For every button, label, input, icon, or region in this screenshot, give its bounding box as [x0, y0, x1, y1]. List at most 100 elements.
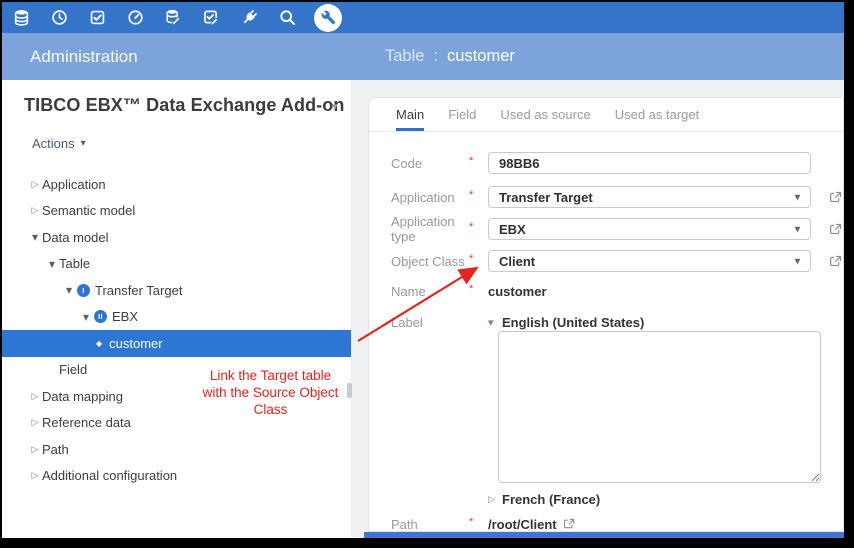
chevron-right-icon[interactable] — [28, 205, 42, 216]
search-icon[interactable] — [279, 9, 296, 26]
code-label: Code — [391, 155, 423, 171]
record-card: Main Field Used as source Used as target… — [368, 97, 844, 532]
required-asterisk: * — [469, 516, 474, 528]
chevron-expanded-icon[interactable] — [62, 283, 76, 297]
chevron-down-icon — [795, 256, 800, 267]
annotation-text: Link the Target table with the Source Ob… — [188, 367, 353, 418]
tree-item-path[interactable]: Path — [2, 436, 351, 463]
annotation-line: with the Source Object — [202, 385, 339, 400]
form-row-application-type: Application type * EBX — [391, 214, 842, 244]
chevron-right-icon[interactable] — [28, 444, 42, 455]
clock-icon[interactable] — [51, 9, 68, 26]
application-select[interactable]: Transfer Target — [488, 186, 811, 208]
chevron-right-icon[interactable] — [28, 391, 42, 402]
tab-field[interactable]: Field — [448, 98, 476, 131]
path-value: /root/Client — [488, 516, 557, 532]
tab-used-as-source[interactable]: Used as source — [500, 98, 590, 131]
tree-item-label: EBX — [112, 309, 139, 325]
locale-french-label: French (France) — [502, 491, 601, 507]
locale-french-toggle[interactable]: French (France) — [488, 488, 600, 510]
gauge-icon[interactable] — [127, 9, 144, 26]
object-class-value: Client — [499, 253, 536, 269]
tree-item-transfer-target[interactable]: I Transfer Target — [2, 277, 351, 304]
addon-title: TIBCO EBX™ Data Exchange Add-on — [24, 95, 345, 115]
chevron-down-icon — [81, 138, 86, 149]
name-value: customer — [488, 283, 547, 299]
application-type-select[interactable]: EBX — [488, 218, 811, 240]
chevron-right-icon — [488, 494, 500, 505]
object-class-select[interactable]: Client — [488, 250, 811, 272]
open-application-type-link[interactable] — [829, 223, 842, 236]
application-label: Application — [391, 189, 455, 205]
tree-item-label: Data mapping — [42, 388, 123, 404]
level-2-badge: II — [94, 310, 107, 324]
wrench-icon — [321, 10, 335, 25]
tree-item-label: Reference data — [42, 415, 131, 431]
object-class-label: Object Class — [391, 253, 465, 269]
chevron-down-icon — [795, 192, 800, 203]
tree-item-additional-configuration[interactable]: Additional configuration — [2, 463, 351, 490]
tab-bar: Main Field Used as source Used as target — [369, 98, 843, 132]
page-header: Administration Table : customer — [2, 33, 844, 80]
level-1-badge: I — [77, 283, 90, 297]
tree-item-label: Path — [42, 441, 69, 457]
locale-english-label: English (United States) — [502, 314, 645, 330]
required-asterisk: * — [469, 189, 474, 201]
actions-menu-button[interactable]: Actions — [32, 136, 86, 151]
form-row-application: Application * Transfer Target — [391, 186, 842, 208]
annotation-line: Class — [253, 402, 288, 417]
tree-item-label: customer — [109, 335, 163, 351]
chevron-down-icon — [795, 224, 800, 235]
chevron-expanded-icon[interactable] — [45, 257, 59, 271]
required-asterisk: * — [469, 155, 474, 167]
tree-item-ebx[interactable]: II EBX — [2, 304, 351, 331]
label-label: Label — [391, 314, 423, 330]
tree-item-semantic-model[interactable]: Semantic model — [2, 198, 351, 225]
breadcrumb-separator: : — [433, 47, 439, 65]
code-input[interactable] — [488, 152, 811, 174]
chevron-down-icon[interactable] — [332, 100, 338, 113]
tree-item-data-model[interactable]: Data model — [2, 224, 351, 251]
annotation-line: Link the Target table — [209, 368, 332, 383]
open-path-link[interactable] — [563, 518, 575, 530]
application-type-value: EBX — [499, 221, 526, 237]
main-panel: Main Field Used as source Used as target… — [352, 80, 844, 538]
required-asterisk: * — [469, 253, 474, 265]
actions-label: Actions — [32, 136, 75, 151]
task-check-icon[interactable] — [89, 9, 106, 26]
required-asterisk: * — [469, 221, 474, 233]
tree-item-label: Data model — [42, 229, 109, 245]
database-icon[interactable] — [13, 9, 30, 26]
label-english-textarea[interactable] — [498, 331, 821, 483]
tree-item-label: Table — [59, 256, 91, 272]
chevron-expanded-icon[interactable] — [79, 310, 93, 324]
chevron-right-icon[interactable] — [28, 179, 42, 190]
diamond-icon — [96, 339, 102, 348]
chevron-expanded-icon[interactable] — [28, 230, 42, 244]
locale-english-toggle[interactable]: English (United States) — [488, 311, 644, 333]
tree-item-table[interactable]: Table — [2, 251, 351, 278]
top-toolbar — [2, 2, 844, 33]
navigation-tree: Application Semantic model Data model Ta… — [2, 171, 351, 489]
chevron-right-icon[interactable] — [28, 417, 42, 428]
tree-item-customer-selected[interactable]: customer — [2, 330, 351, 357]
application-type-label: Application type — [391, 214, 455, 244]
path-label: Path — [391, 516, 418, 532]
tab-used-as-target[interactable]: Used as target — [615, 98, 700, 131]
plug-icon[interactable] — [241, 9, 258, 26]
entity-name: customer — [447, 47, 515, 65]
sidebar: TIBCO EBX™ Data Exchange Add-on Actions … — [2, 80, 352, 538]
open-application-link[interactable] — [829, 191, 842, 204]
tree-item-application[interactable]: Application — [2, 171, 351, 198]
tab-main[interactable]: Main — [396, 98, 425, 131]
bottom-toolbar-strip — [364, 532, 844, 538]
tree-item-label: Field — [59, 362, 88, 378]
open-object-class-link[interactable] — [829, 255, 842, 268]
wrench-icon-active[interactable] — [314, 3, 342, 32]
database-edit-icon[interactable] — [165, 9, 182, 26]
application-value: Transfer Target — [499, 189, 593, 205]
checklist-edit-icon[interactable] — [203, 9, 220, 26]
tree-item-label: Semantic model — [42, 203, 136, 219]
chevron-right-icon[interactable] — [28, 470, 42, 481]
form-row-name: Name * customer — [391, 280, 547, 302]
